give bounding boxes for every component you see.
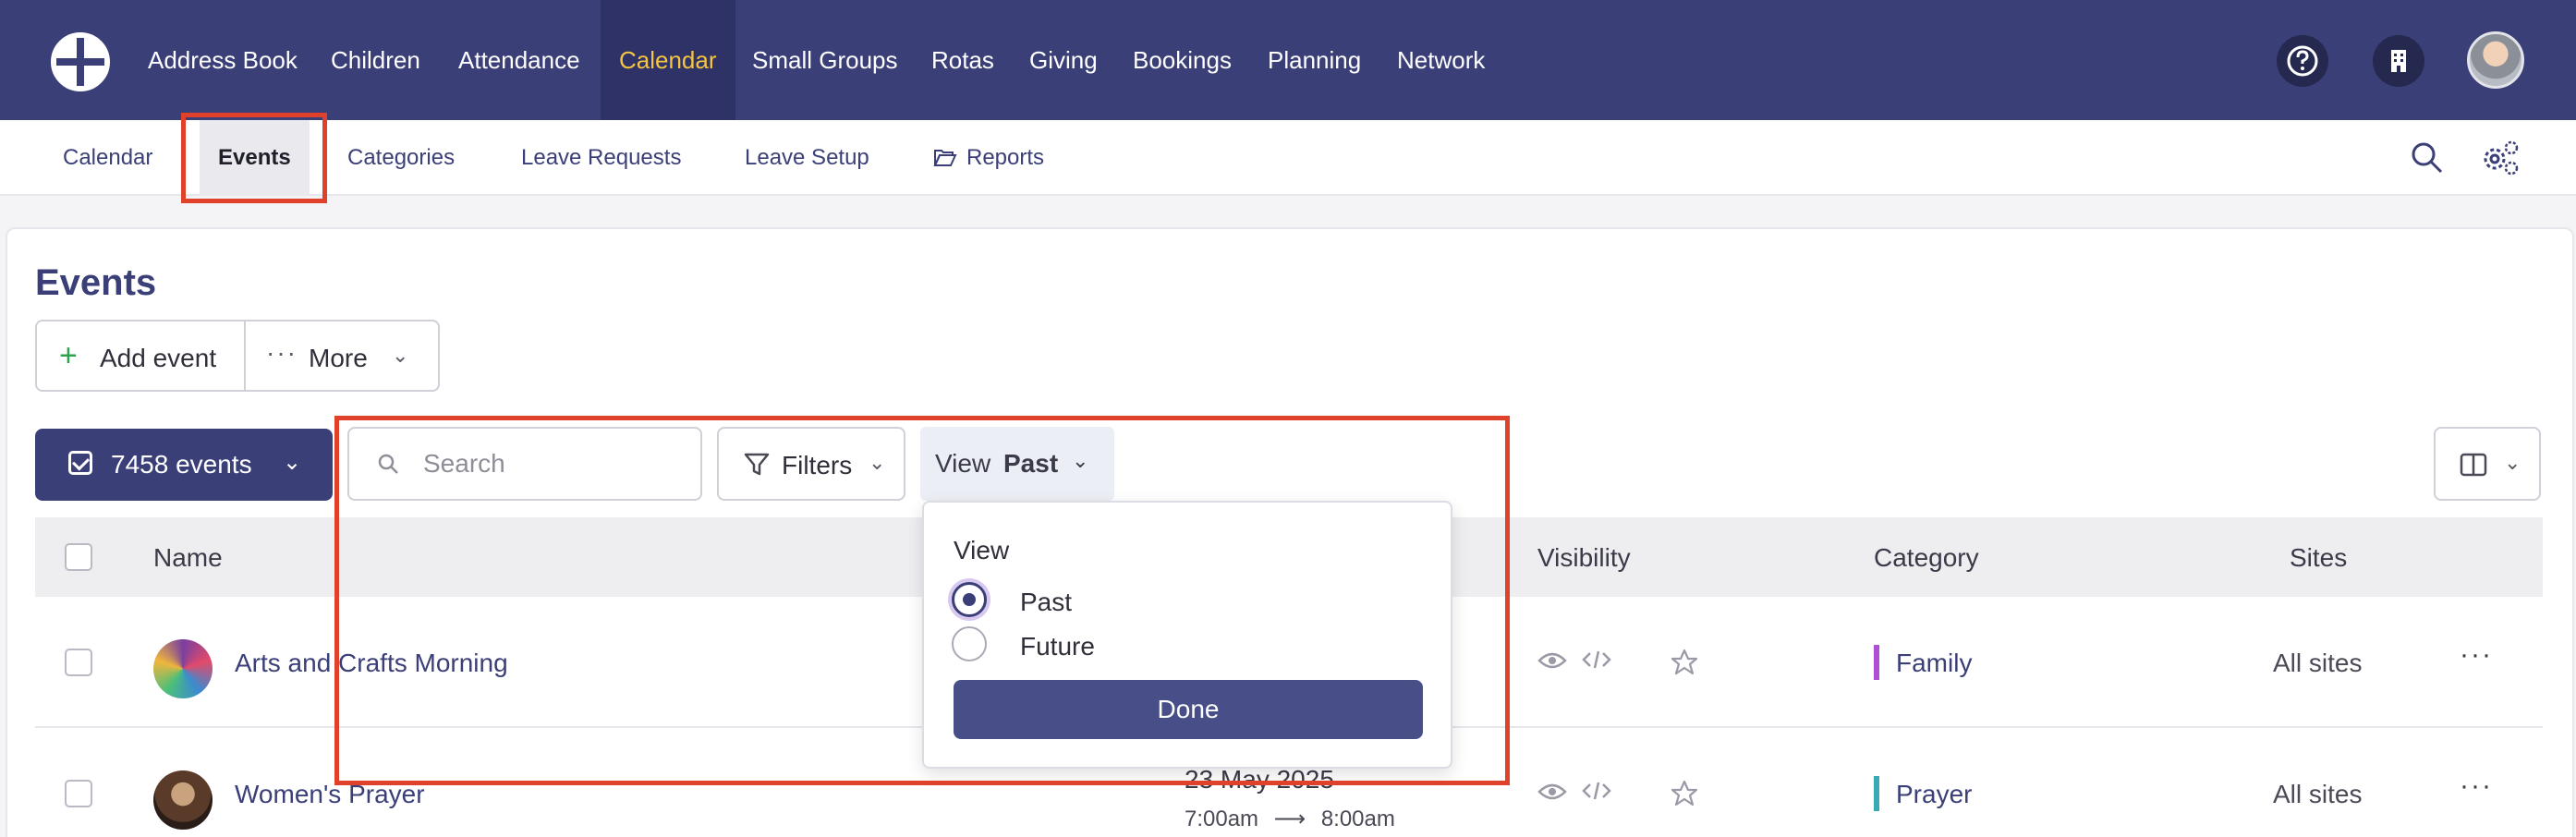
sites-value: All sites — [2273, 649, 2363, 677]
category-color-bar — [1874, 645, 1879, 680]
row-actions-icon[interactable]: ··· — [2460, 770, 2493, 802]
plus-icon: + — [59, 338, 78, 373]
star-icon[interactable] — [1671, 780, 1698, 814]
event-avatar — [153, 770, 213, 830]
subnav-leave-requests[interactable]: Leave Requests — [521, 120, 681, 196]
help-icon — [2287, 45, 2318, 77]
organisation-button[interactable] — [2373, 35, 2424, 87]
events-count: 7458 events — [111, 450, 252, 479]
help-button[interactable] — [2277, 35, 2328, 87]
embed-code-icon[interactable] — [1582, 649, 1611, 677]
chevron-down-icon: ⌄ — [392, 344, 409, 367]
action-button-group: + Add event ··· More ⌄ — [35, 320, 440, 392]
checkbox-checked-icon — [68, 451, 92, 475]
top-navigation: Address Book Children Attendance Calenda… — [0, 0, 2576, 120]
select-events-button[interactable]: 7458 events ⌄ — [35, 429, 333, 501]
more-dots-icon: ··· — [266, 338, 298, 367]
nav-bookings[interactable]: Bookings — [1133, 0, 1232, 120]
event-avatar — [153, 639, 213, 698]
nav-attendance[interactable]: Attendance — [458, 0, 580, 120]
category-link[interactable]: Family — [1896, 649, 1972, 678]
category-color-bar — [1874, 776, 1879, 811]
nav-address-book[interactable]: Address Book — [148, 0, 298, 120]
nav-rotas[interactable]: Rotas — [931, 0, 994, 120]
column-header-name[interactable]: Name — [153, 543, 223, 573]
column-layout-button[interactable]: ⌄ — [2434, 427, 2541, 501]
row-checkbox[interactable] — [65, 649, 92, 676]
settings-gear-icon[interactable] — [2480, 139, 2521, 182]
embed-code-icon[interactable] — [1582, 780, 1611, 808]
columns-icon — [2460, 453, 2487, 481]
nav-calendar[interactable]: Calendar — [601, 0, 735, 120]
category-link[interactable]: Prayer — [1896, 780, 1972, 809]
sites-value: All sites — [2273, 780, 2363, 808]
user-avatar[interactable] — [2467, 31, 2524, 89]
subnav-categories[interactable]: Categories — [347, 120, 455, 196]
column-header-category[interactable]: Category — [1874, 543, 1979, 573]
sub-navigation: Calendar Events Categories Leave Request… — [0, 120, 2576, 196]
events-tab-highlight — [181, 113, 327, 203]
nav-small-groups[interactable]: Small Groups — [752, 0, 898, 120]
filters-area-highlight — [334, 416, 1510, 785]
app-logo[interactable] — [50, 31, 111, 92]
select-all-checkbox[interactable] — [65, 543, 92, 571]
chevron-down-icon: ⌄ — [283, 450, 302, 475]
nav-giving[interactable]: Giving — [1029, 0, 1098, 120]
column-header-visibility[interactable]: Visibility — [1537, 543, 1631, 573]
eye-icon[interactable] — [1537, 649, 1567, 677]
more-label: More — [309, 344, 368, 372]
subnav-leave-setup[interactable]: Leave Setup — [745, 120, 869, 196]
start-time: 7:00am — [1185, 807, 1259, 831]
folder-open-icon — [933, 150, 957, 166]
nav-network[interactable]: Network — [1397, 0, 1485, 120]
nav-children[interactable]: Children — [331, 0, 420, 120]
building-icon — [2391, 50, 2406, 72]
add-event-button[interactable]: + Add event — [37, 321, 244, 390]
chevron-down-icon: ⌄ — [2504, 451, 2521, 474]
subnav-reports[interactable]: Reports — [933, 120, 1044, 196]
search-icon[interactable] — [2410, 140, 2445, 180]
more-button[interactable]: ··· More ⌄ — [246, 321, 438, 390]
nav-planning[interactable]: Planning — [1268, 0, 1361, 120]
subnav-reports-label: Reports — [966, 145, 1045, 170]
column-header-sites[interactable]: Sites — [2290, 543, 2347, 573]
end-time: 8:00am — [1320, 807, 1395, 831]
event-time-range: 7:00am ⟶ 8:00am — [1185, 806, 1395, 832]
row-checkbox[interactable] — [65, 780, 92, 807]
eye-icon[interactable] — [1537, 780, 1567, 808]
row-actions-icon[interactable]: ··· — [2460, 639, 2493, 671]
star-icon[interactable] — [1671, 649, 1698, 683]
subnav-calendar[interactable]: Calendar — [63, 120, 152, 196]
add-event-label: Add event — [100, 344, 217, 372]
arrow-right-icon: ⟶ — [1273, 807, 1306, 831]
page-title: Events — [35, 262, 157, 303]
